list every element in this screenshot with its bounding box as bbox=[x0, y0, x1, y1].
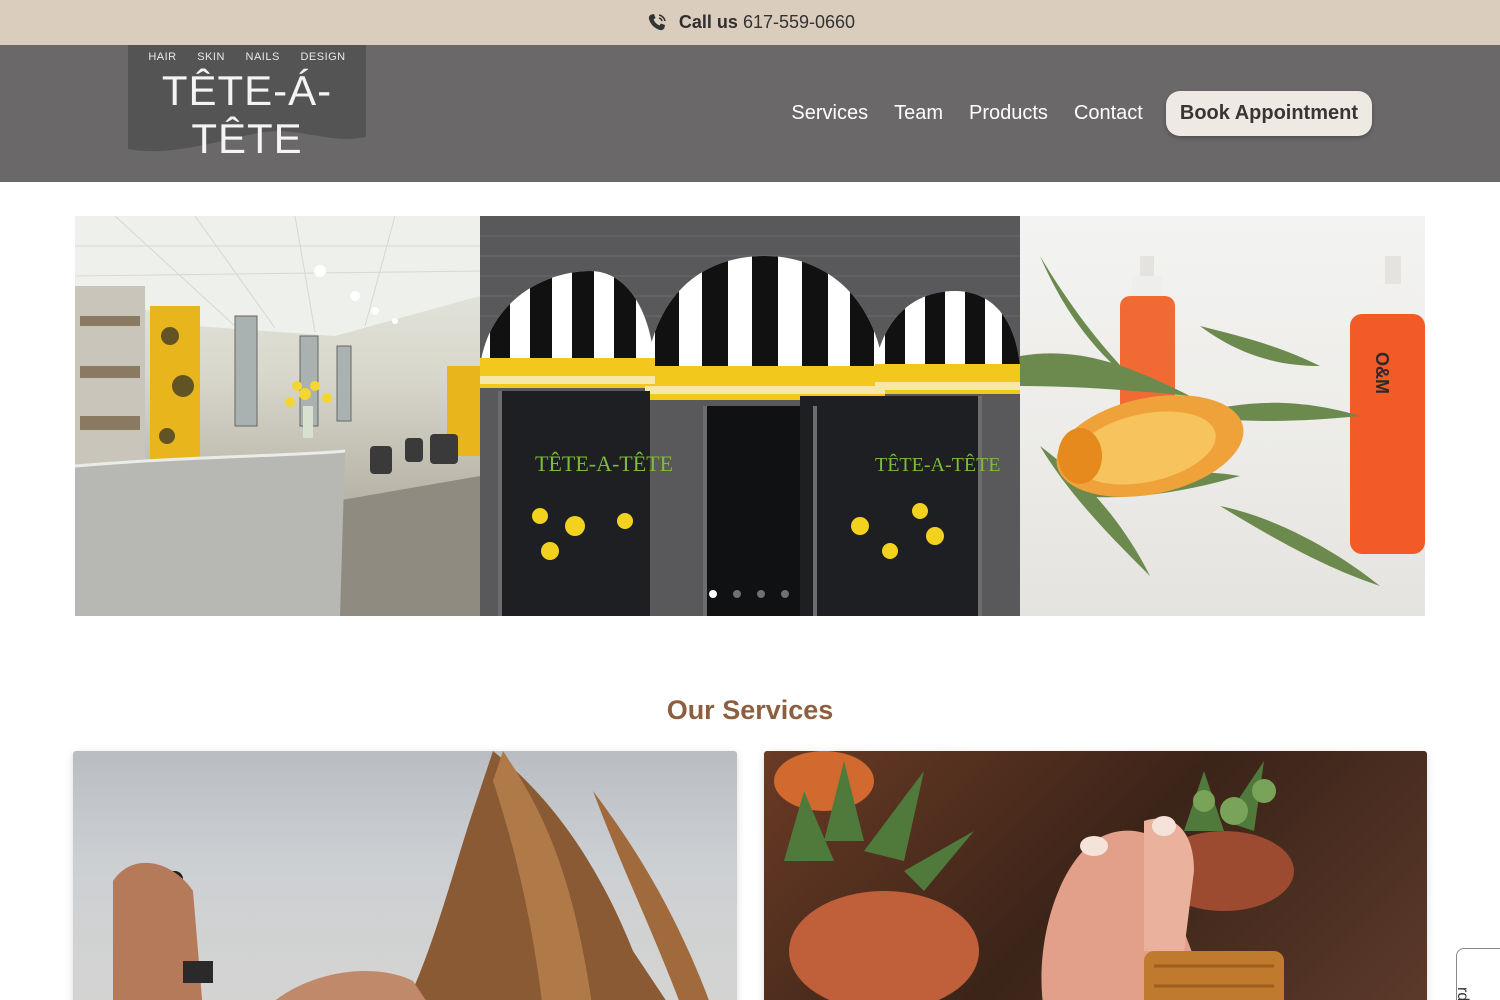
main-nav: Services Team Products Contact Book Appo… bbox=[778, 91, 1372, 136]
service-card-nails[interactable] bbox=[764, 751, 1427, 1000]
slide-products: O&M bbox=[1020, 216, 1425, 616]
storefront-image: TÊTE-A-TÊTE TÊTE-A-TÊTE bbox=[480, 216, 1020, 616]
product-bottle-label: O&M bbox=[1372, 352, 1392, 394]
book-appointment-button[interactable]: Book Appointment bbox=[1165, 91, 1372, 136]
slider-dot-4[interactable] bbox=[781, 590, 789, 598]
nav-services[interactable]: Services bbox=[778, 102, 881, 125]
call-link[interactable]: Call us 617-559-0660 bbox=[679, 12, 855, 33]
nails-service-image bbox=[774, 751, 1294, 1000]
logo-word-design: DESIGN bbox=[300, 51, 346, 63]
hero-slider[interactable]: TÊTE-A-TÊTE TÊTE-A-TÊTE O&M bbox=[75, 216, 1425, 616]
awning-sign-right: TÊTE-A-TÊTE bbox=[875, 453, 1001, 476]
call-bar: Call us 617-559-0660 bbox=[0, 0, 1500, 45]
logo-name: TÊTE-Á-TÊTE bbox=[161, 67, 333, 162]
nav-team[interactable]: Team bbox=[881, 102, 956, 125]
logo-word-nails: NAILS bbox=[245, 51, 280, 63]
side-reviews-tab[interactable]: rds bbox=[1456, 948, 1500, 1000]
slide-salon-interior bbox=[75, 216, 480, 616]
hair-service-image bbox=[113, 751, 709, 1000]
side-tab-label: rds bbox=[1456, 987, 1471, 1000]
logo-word-hair: HAIR bbox=[148, 51, 177, 63]
logo-subtitle: HAIR SKIN NAILS DESIGN bbox=[128, 51, 366, 63]
nav-products[interactable]: Products bbox=[956, 102, 1061, 125]
slider-dots bbox=[709, 590, 789, 598]
phone-number[interactable]: 617-559-0660 bbox=[743, 12, 855, 32]
products-image: O&M bbox=[1020, 256, 1425, 586]
slider-dot-2[interactable] bbox=[733, 590, 741, 598]
slider-dot-3[interactable] bbox=[757, 590, 765, 598]
service-card-hair[interactable] bbox=[73, 751, 737, 1000]
salon-interior-image bbox=[75, 216, 480, 616]
slider-dot-1[interactable] bbox=[709, 590, 717, 598]
logo-word-skin: SKIN bbox=[197, 51, 225, 63]
logo[interactable]: HAIR SKIN NAILS DESIGN TÊTE-Á-TÊTE bbox=[128, 45, 366, 162]
site-header: HAIR SKIN NAILS DESIGN TÊTE-Á-TÊTE Servi… bbox=[0, 45, 1500, 182]
awning-sign-left: TÊTE-A-TÊTE bbox=[535, 451, 673, 476]
phone-icon bbox=[645, 11, 669, 35]
call-label: Call us bbox=[678, 12, 738, 32]
slide-storefront: TÊTE-A-TÊTE TÊTE-A-TÊTE bbox=[480, 216, 1020, 616]
services-heading: Our Services bbox=[666, 695, 834, 725]
nav-contact[interactable]: Contact bbox=[1061, 102, 1156, 125]
